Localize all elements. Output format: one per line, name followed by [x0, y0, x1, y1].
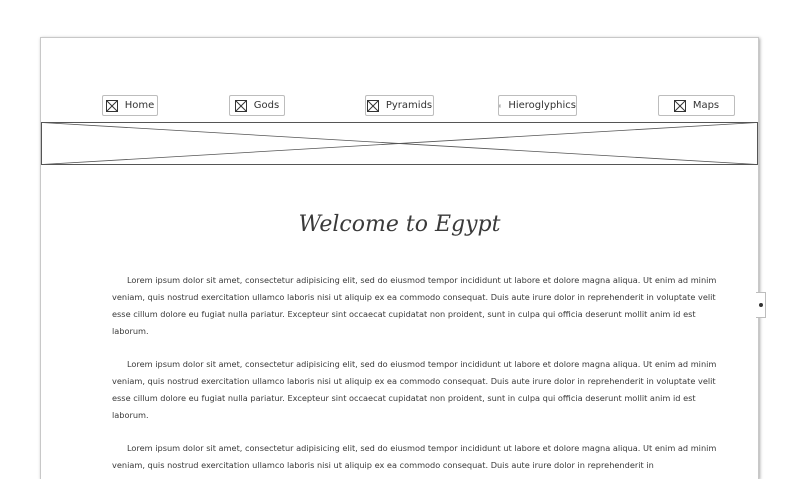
image-placeholder-icon	[105, 99, 118, 112]
image-placeholder-icon	[234, 99, 247, 112]
nav-home-button[interactable]: Home	[102, 95, 158, 116]
banner-image-placeholder	[41, 122, 758, 165]
page-title: Welcome to Egypt	[298, 212, 501, 237]
image-placeholder-icon	[673, 99, 686, 112]
nav-hieroglyphics-button[interactable]: Hieroglyphics	[498, 95, 577, 116]
body-paragraph: Lorem ipsum dolor sit amet, consectetur …	[112, 443, 717, 470]
nav-maps-button[interactable]: Maps	[658, 95, 735, 116]
nav-pyramids-button[interactable]: Pyramids	[365, 95, 434, 116]
scroll-handle[interactable]	[756, 292, 766, 318]
nav-home-label: Home	[124, 100, 155, 111]
image-placeholder-icon	[366, 99, 379, 112]
nav-gods-button[interactable]: Gods	[229, 95, 285, 116]
nav-gods-label: Gods	[253, 100, 280, 111]
image-placeholder-icon	[499, 104, 502, 107]
nav-pyramids-label: Pyramids	[385, 100, 433, 111]
image-placeholder-icon	[41, 122, 758, 165]
scroll-handle-icon	[758, 303, 763, 307]
nav-hieroglyphics-label: Hieroglyphics	[508, 100, 576, 111]
page-frame: Home Gods Pyramids Hieroglyphics Maps We…	[40, 37, 759, 479]
body-paragraph: Lorem ipsum dolor sit amet, consectetur …	[112, 275, 717, 336]
nav-maps-label: Maps	[692, 100, 720, 111]
body-paragraph: Lorem ipsum dolor sit amet, consectetur …	[112, 359, 717, 420]
